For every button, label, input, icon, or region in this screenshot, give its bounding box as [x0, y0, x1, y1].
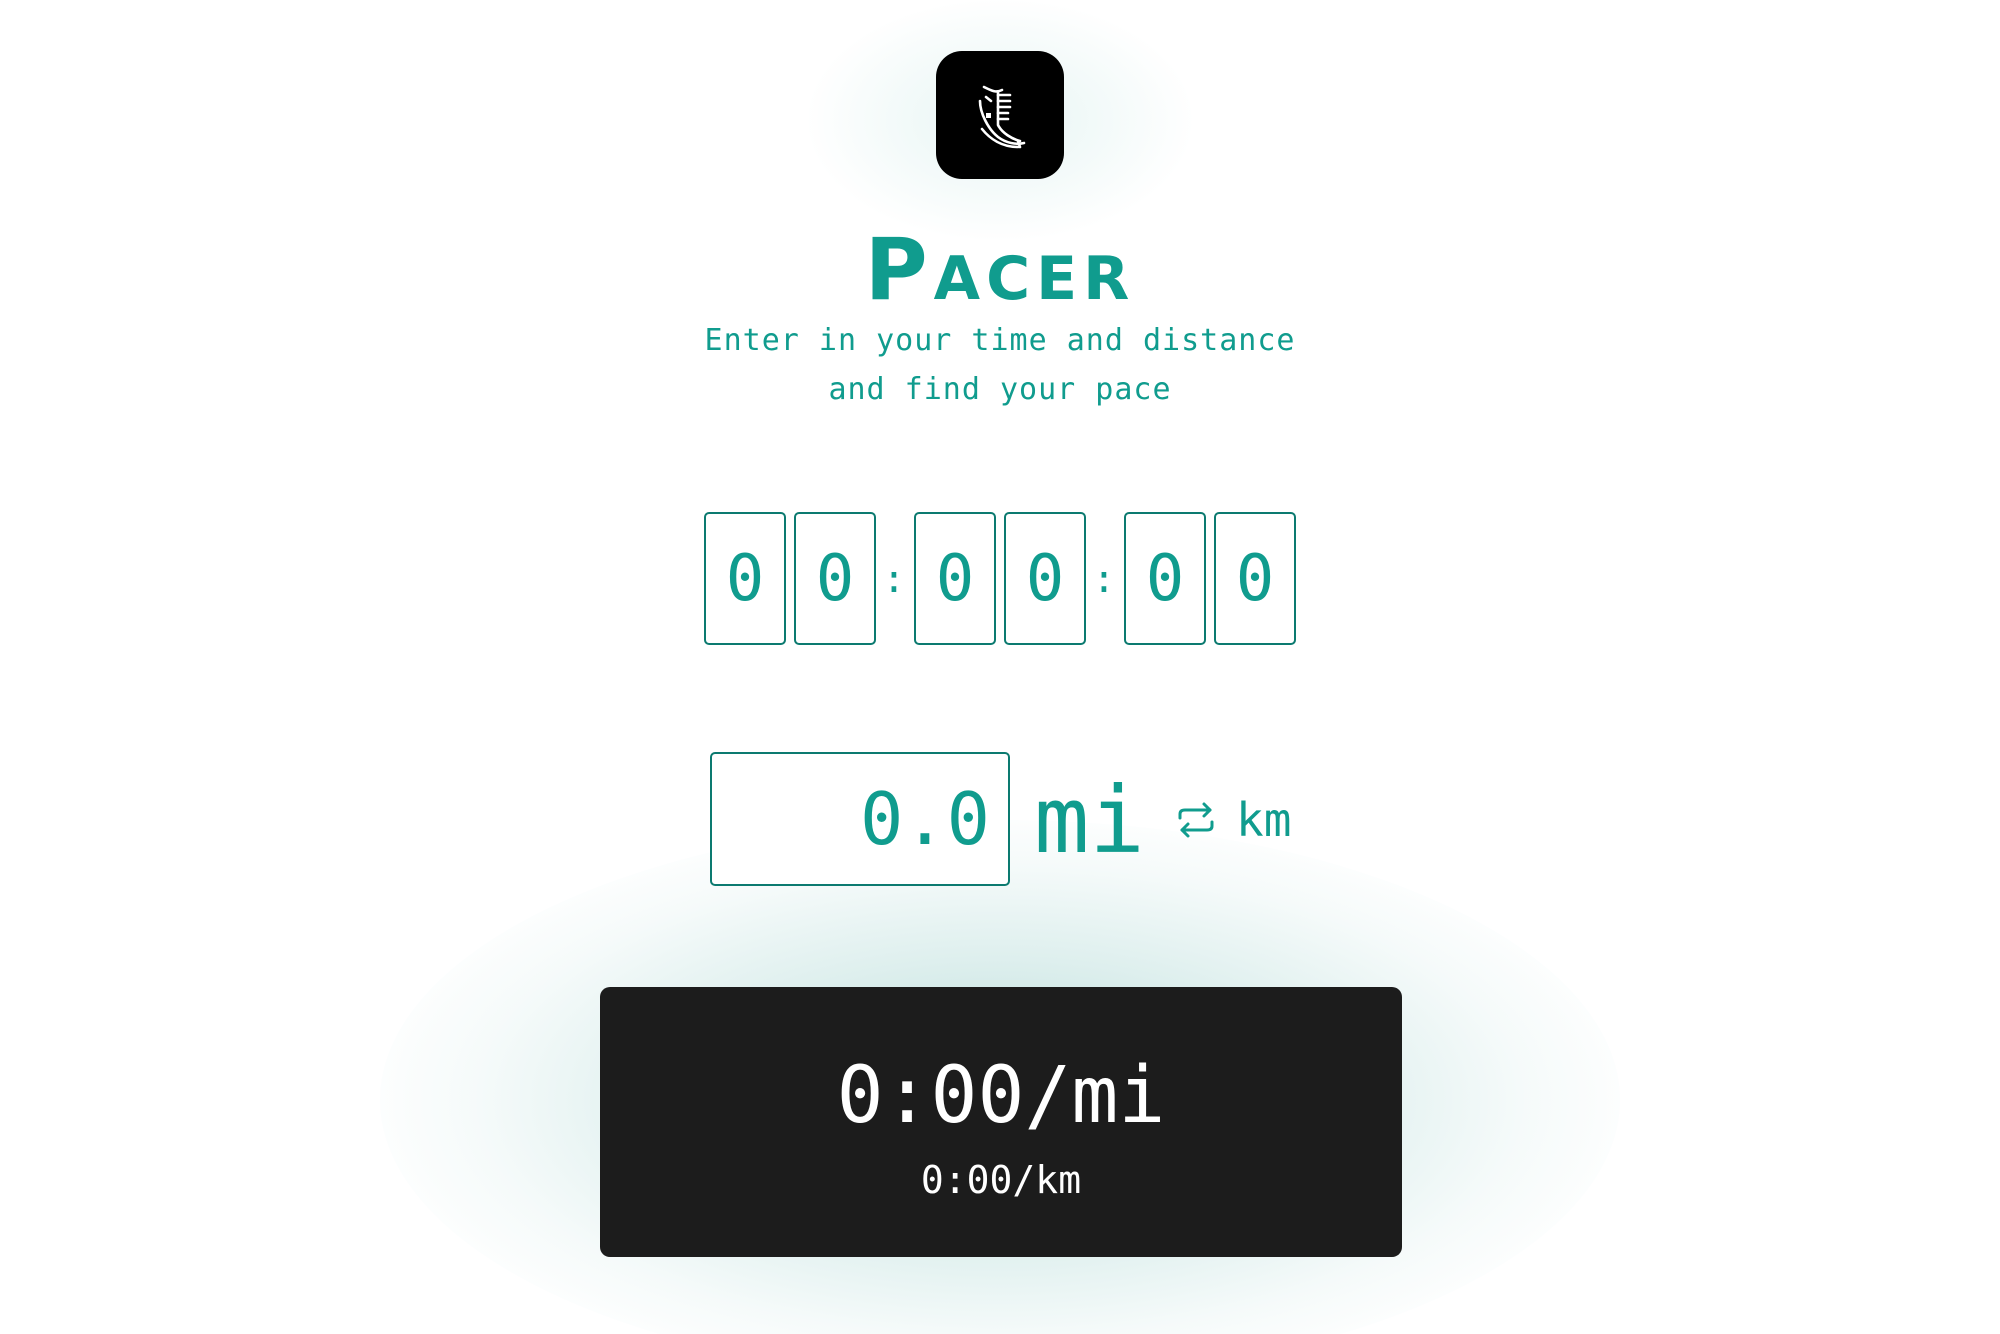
- app-logo: [936, 51, 1064, 179]
- seconds-ones-input[interactable]: 0: [1214, 512, 1296, 645]
- app-subtitle: Enter in your time and distance and find…: [0, 316, 2000, 414]
- hours-ones-input[interactable]: 0: [794, 512, 876, 645]
- swap-arrows-icon[interactable]: [1174, 798, 1218, 842]
- subtitle-line-1: Enter in your time and distance: [704, 323, 1296, 358]
- subtitle-line-2: and find your pace: [828, 372, 1172, 407]
- running-shoe-icon: [978, 85, 1026, 149]
- time-input-group: 0 0 : 0 0 : 0 0: [704, 512, 1298, 647]
- pace-result-card: 0:00/mi 0:00/km: [600, 987, 1402, 1257]
- distance-input[interactable]: 0.0: [710, 752, 1010, 886]
- distance-unit-label: mi: [1034, 766, 1145, 874]
- seconds-tens-input[interactable]: 0: [1124, 512, 1206, 645]
- time-separator: :: [1092, 556, 1116, 601]
- alt-unit-toggle[interactable]: km: [1236, 790, 1291, 850]
- minutes-ones-input[interactable]: 0: [1004, 512, 1086, 645]
- pace-primary: 0:00/mi: [836, 1051, 1166, 1141]
- app-title: Pacer: [864, 220, 1136, 320]
- hours-tens-input[interactable]: 0: [704, 512, 786, 645]
- pace-secondary: 0:00/km: [920, 1158, 1082, 1202]
- time-separator: :: [882, 556, 906, 601]
- minutes-tens-input[interactable]: 0: [914, 512, 996, 645]
